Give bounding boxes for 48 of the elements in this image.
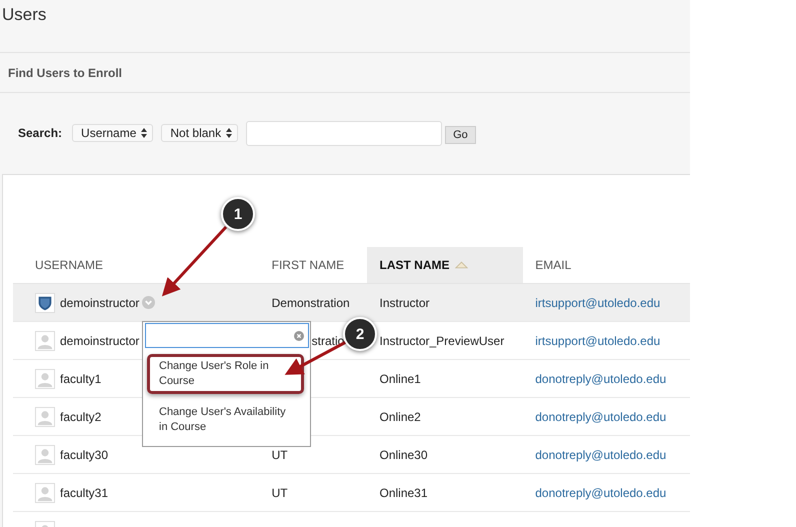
last-name-cell: Online2: [379, 410, 421, 424]
person-avatar-icon: [35, 330, 55, 350]
first-name-cell: Demonstration: [272, 296, 350, 310]
column-header[interactable]: USERNAME: [13, 247, 260, 283]
menu-item[interactable]: Change User's Role in Course: [147, 354, 304, 394]
callout-arrow: [162, 226, 228, 296]
person-avatar-icon: [35, 444, 55, 464]
selected-row[interactable]: demoinstructor Demonstration Instructor irtsupport@utoledo.edu: [13, 284, 690, 322]
username-cell: faculty1: [60, 372, 102, 386]
last-name-cell: Instructor_PreviewUser: [379, 334, 504, 348]
last-name-cell: Online1: [379, 372, 421, 386]
first-name-cell: UT: [272, 486, 288, 500]
username-cell: faculty30: [60, 448, 108, 462]
clear-icon[interactable]: [294, 330, 304, 340]
person-avatar-icon: [35, 482, 55, 502]
username-cell: faculty2: [60, 410, 102, 424]
sort-up-icon: [455, 261, 468, 269]
email-link[interactable]: irtsupport@utoledo.edu: [535, 334, 660, 348]
username-cell: demoinstructor: [60, 334, 140, 348]
first-name-cell: UT: [272, 448, 288, 462]
email-link[interactable]: donotreply@utoledo.edu: [535, 372, 666, 386]
last-name-cell: Online30: [379, 448, 428, 462]
person-avatar-icon: [35, 406, 55, 426]
person-avatar-icon: [35, 368, 55, 388]
email-link[interactable]: donotreply@utoledo.edu: [535, 486, 666, 500]
column-header[interactable]: EMAIL: [523, 247, 690, 283]
email-link[interactable]: irtsupport@utoledo.edu: [535, 296, 660, 310]
search-label: Search:: [18, 126, 62, 140]
updown-icon: [226, 128, 232, 138]
column-header[interactable]: LAST NAME: [367, 247, 524, 283]
go-button[interactable]: Go: [445, 126, 476, 144]
menu-filter-field[interactable]: [145, 323, 309, 348]
chevron-down-icon[interactable]: [142, 296, 156, 309]
username-cell: demoinstructor: [60, 296, 140, 310]
updown-icon: [141, 128, 148, 138]
last-name-cell: Online31: [379, 486, 428, 500]
last-name-cell: Instructor: [379, 296, 430, 310]
email-link[interactable]: donotreply@utoledo.edu: [535, 410, 666, 424]
shield-avatar-icon: [35, 292, 55, 312]
page-title: Users: [1, 4, 48, 25]
search-field[interactable]: [246, 120, 442, 146]
username-cell: faculty31: [60, 486, 108, 500]
field-select[interactable]: Username: [72, 124, 154, 142]
table-row[interactable]: faculty31 UT Online31 donotreply@utoledo.edu: [13, 474, 690, 512]
operator-select[interactable]: Not blank: [161, 124, 238, 142]
section-title: Find Users to Enroll: [8, 66, 122, 80]
email-link[interactable]: donotreply@utoledo.edu: [535, 448, 666, 462]
column-header[interactable]: FIRST NAME: [260, 247, 368, 283]
